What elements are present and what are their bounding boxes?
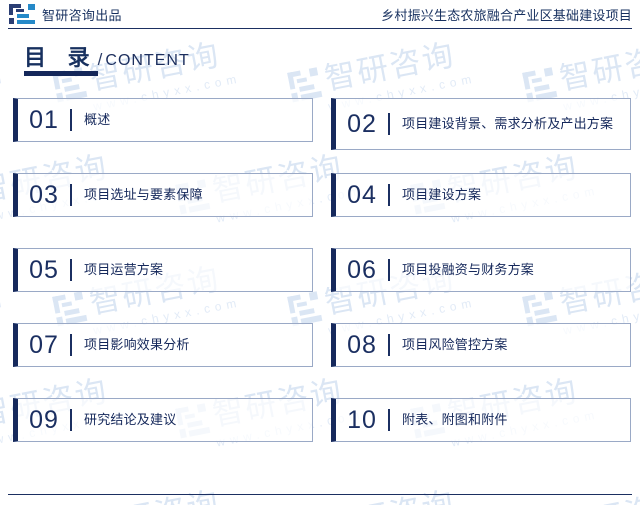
slide-page: 智研咨询出品 乡村振兴生态农旅融合产业区基础建设项目 目 录/CONTENT 0… [0,0,640,505]
toc-label: 概述 [84,112,111,128]
toc-item-07[interactable]: 07 项目影响效果分析 [13,323,313,367]
header-brand-text: 智研咨询出品 [42,9,122,24]
toc-item-10[interactable]: 10 附表、附图和附件 [331,398,631,442]
page-header: 智研咨询出品 乡村振兴生态农旅融合产业区基础建设项目 [0,0,640,29]
toc-row: 05 项目运营方案 06 项目投融资与财务方案 [0,248,640,323]
toc-row: 09 研究结论及建议 10 附表、附图和附件 [0,398,640,473]
toc-label: 项目建设方案 [402,187,482,203]
toc-item-01[interactable]: 01 概述 [13,98,313,142]
toc-label: 项目投融资与财务方案 [402,262,535,278]
toc-item-02[interactable]: 02 项目建设背景、需求分析及产出方案 [331,98,631,150]
toc-label: 项目选址与要素保障 [84,187,203,203]
toc-label: 附表、附图和附件 [402,412,508,428]
toc-number: 05 [29,255,59,284]
toc-item-09[interactable]: 09 研究结论及建议 [13,398,313,442]
page-title-slash: / [97,50,103,69]
header-divider [8,28,632,29]
toc-number: 04 [347,180,377,209]
toc-item-04[interactable]: 04 项目建设方案 [331,173,631,217]
toc-label: 项目运营方案 [84,262,164,278]
page-title-underline [24,71,98,76]
footer-divider [8,494,632,495]
toc-item-06[interactable]: 06 项目投融资与财务方案 [331,248,631,292]
header-document-title: 乡村振兴生态农旅融合产业区基础建设项目 [381,9,632,24]
toc-number: 10 [347,405,377,434]
toc-item-05[interactable]: 05 项目运营方案 [13,248,313,292]
page-title-en: CONTENT [105,52,190,69]
toc-label: 项目风险管控方案 [402,337,508,353]
zhiyan-logo-icon [9,4,35,24]
toc-label: 研究结论及建议 [84,412,177,428]
page-title-cn: 目 录 [24,46,97,71]
toc-row: 03 项目选址与要素保障 04 项目建设方案 [0,173,640,248]
toc-row: 07 项目影响效果分析 08 项目风险管控方案 [0,323,640,398]
toc-number: 08 [347,330,377,359]
toc-number: 01 [29,105,59,134]
toc-item-08[interactable]: 08 项目风险管控方案 [331,323,631,367]
toc-number: 02 [347,109,377,138]
toc-number: 03 [29,180,59,209]
page-title: 目 录/CONTENT [24,40,190,72]
toc-item-03[interactable]: 03 项目选址与要素保障 [13,173,313,217]
table-of-contents: 01 概述 02 项目建设背景、需求分析及产出方案 03 项目选址与要素保障 0… [0,98,640,473]
toc-number: 06 [347,255,377,284]
toc-number: 09 [29,405,59,434]
toc-label: 项目影响效果分析 [84,337,190,353]
toc-label: 项目建设背景、需求分析及产出方案 [402,116,614,132]
toc-row: 01 概述 02 项目建设背景、需求分析及产出方案 [0,98,640,173]
toc-number: 07 [29,330,59,359]
